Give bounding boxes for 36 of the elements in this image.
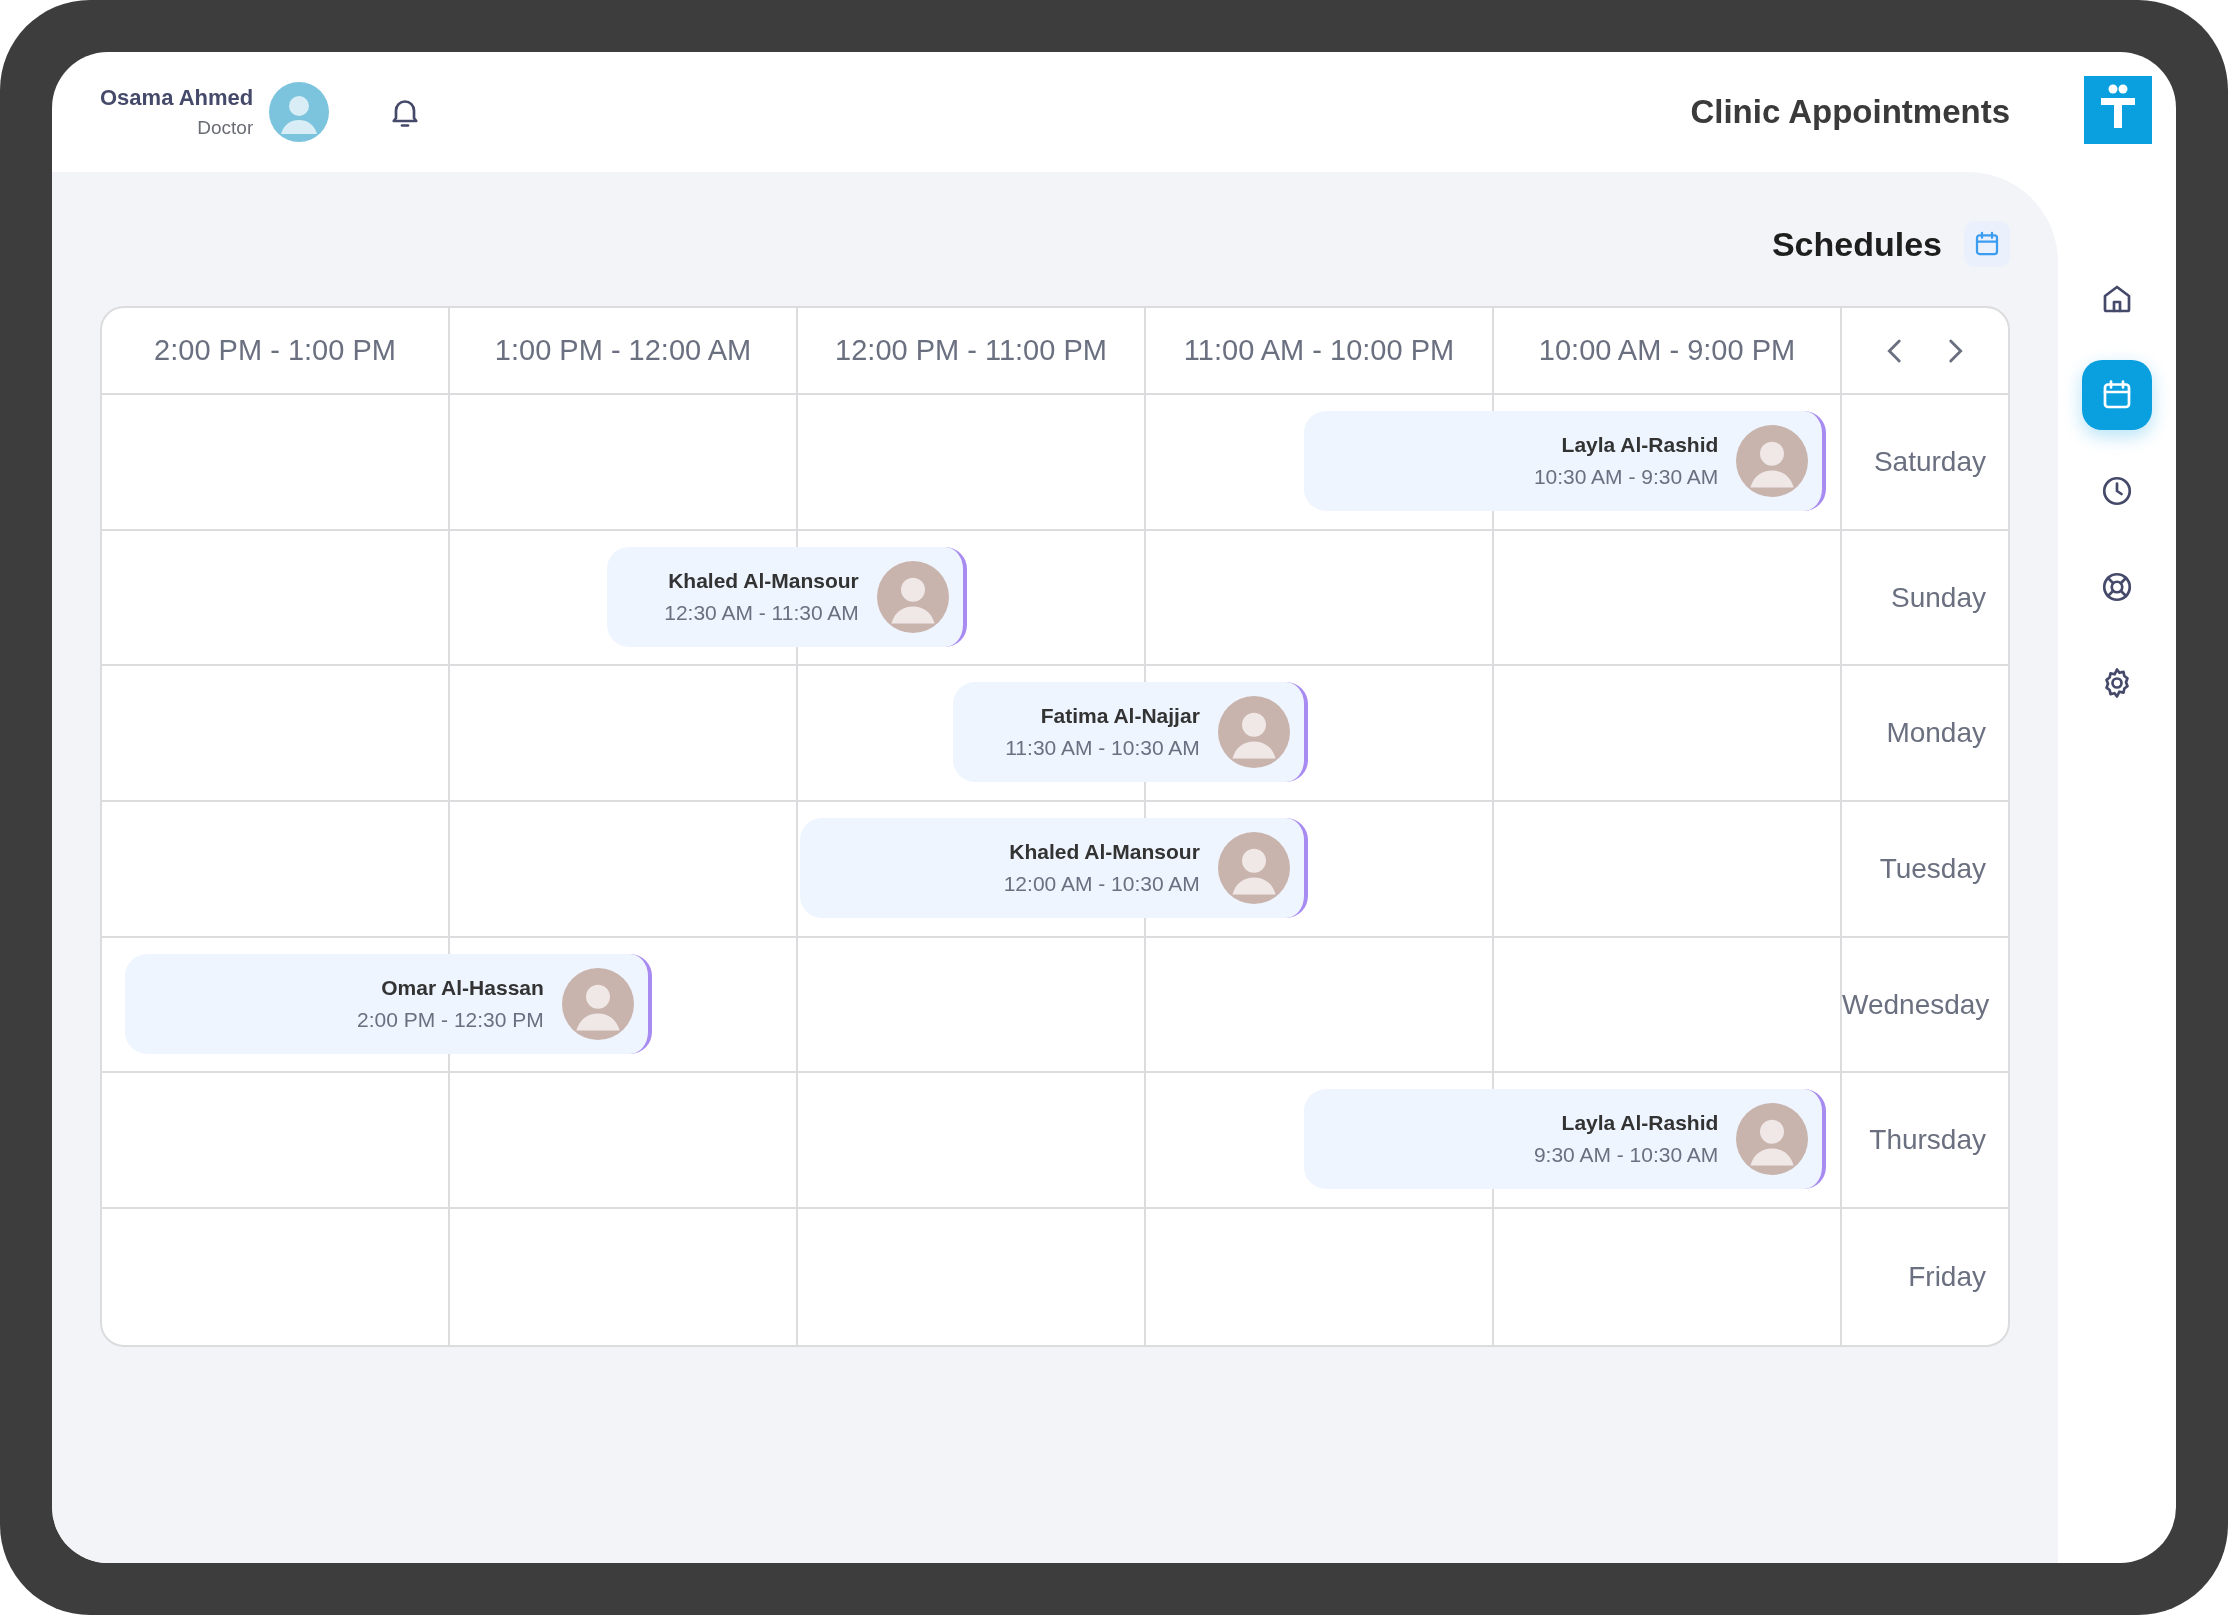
day-label: Tuesday [1878,851,1987,886]
appointment-time: 10:30 AM - 9:30 AM [1533,465,1719,489]
day-label: Friday [1907,1259,1987,1294]
appointment-card[interactable]: Omar Al-Hassan 2:00 PM - 12:30 PM [124,953,652,1054]
day-label: Saturday [1872,444,1987,479]
day-label: Thursday [1868,1123,1987,1158]
column-header: 12:00 PM - 11:00 PM [798,308,1146,393]
schedules-title: Schedules [1771,224,1942,264]
column-header: 11:00 AM - 10:00 PM [1146,308,1494,393]
day-label: Monday [1885,716,1987,751]
appointment-card[interactable]: Layla Al-Rashid 9:30 AM - 10:30 AM [1304,1089,1827,1190]
appointment-time: 11:30 AM - 10:30 AM [1005,736,1200,761]
column-header: 1:00 PM - 12:00 AM [450,308,798,393]
patient-name: Fatima Al-Najjar [1040,704,1200,729]
patient-name: Khaled Al-Mansour [1009,840,1200,865]
calendar-icon [1964,221,2010,267]
column-header: 10:00 AM - 9:00 PM [1494,308,1842,393]
appointment-time: 12:00 AM - 10:30 AM [1003,872,1200,897]
appointment-card[interactable]: Fatima Al-Najjar 11:30 AM - 10:30 AM [952,682,1308,783]
app-title: Clinic Appointments [1690,93,2010,131]
user-name: Osama Ahmed [100,85,254,111]
patient-name: Layla Al-Rashid [1561,1111,1719,1136]
day-label: Sunday [1890,580,1987,615]
appointment-card[interactable]: Khaled Al-Mansour 12:30 AM - 11:30 AM [606,546,967,647]
appointment-time: 9:30 AM - 10:30 AM [1533,1143,1719,1168]
day-label: Wednesday [1842,987,1991,1022]
calendar-nav-button[interactable] [2082,360,2152,430]
patient-name: Omar Al-Hassan [381,975,544,1000]
appointment-time: 12:30 AM - 11:30 AM [664,600,859,625]
patient-name: Layla Al-Rashid [1561,433,1719,457]
user-role: Doctor [197,117,254,139]
appointment-card[interactable]: Layla Al-Rashid 10:30 AM - 9:30 AM [1304,411,1827,511]
patient-name: Khaled Al-Mansour [668,568,859,593]
appointment-card[interactable]: Khaled Al-Mansour 12:00 AM - 10:30 AM [799,818,1308,919]
column-header: 2:00 PM - 1:00 PM [102,308,450,393]
appointment-time: 2:00 PM - 12:30 PM [357,1007,544,1032]
